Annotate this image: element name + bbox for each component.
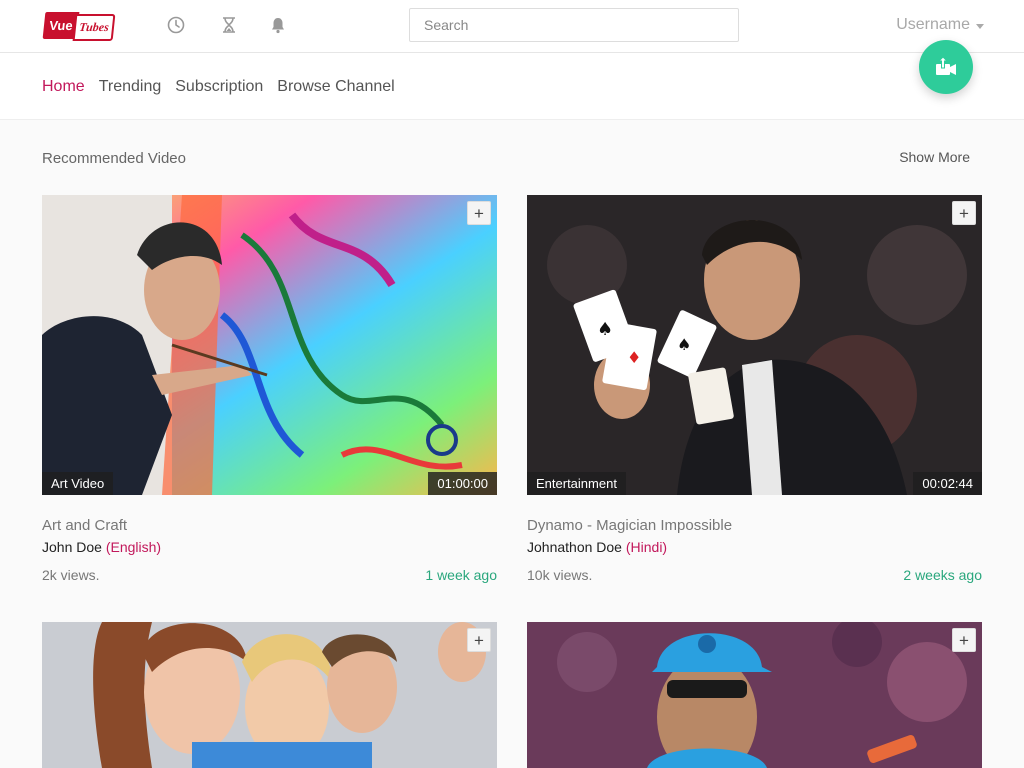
nav-trending[interactable]: Trending [99,78,162,96]
add-to-playlist-button[interactable]: + [467,628,491,652]
nav-subscription[interactable]: Subscription [175,78,263,96]
svg-text:♦: ♦ [627,348,641,367]
upload-time: 1 week ago [425,567,497,583]
svg-text:♠: ♠ [677,335,691,354]
category-badge: Art Video [42,472,114,495]
video-thumbnail[interactable]: + [527,622,982,768]
upload-icon [936,56,956,75]
bell-icon[interactable] [269,16,289,36]
username-dropdown[interactable]: Username [896,16,984,34]
duration-badge: 01:00:00 [428,472,497,495]
svg-text:♠: ♠ [597,319,613,340]
video-meta: 10k views. 2 weeks ago [527,567,982,583]
video-title[interactable]: Art and Craft [42,517,497,534]
video-thumbnail[interactable]: + [42,622,497,768]
add-to-playlist-button[interactable]: + [467,201,491,225]
top-bar: Vue Tubes Username [0,0,1024,53]
upload-time: 2 weeks ago [903,567,982,583]
view-count: 10k views. [527,567,593,583]
duration-badge: 00:02:44 [913,472,982,495]
video-card: + Art Video 01:00:00 Art and Craft John … [42,195,497,583]
category-badge: Entertainment [527,472,626,495]
video-card: + [527,622,982,768]
sub-navigation: Home Trending Subscription Browse Channe… [0,53,1024,120]
section-title: Recommended Video [42,150,186,167]
video-title[interactable]: Dynamo - Magician Impossible [527,517,982,534]
video-language: (Hindi) [625,539,668,555]
clock-icon[interactable] [167,16,187,36]
chevron-down-icon [976,23,984,29]
view-count: 2k views. [42,567,100,583]
video-card: + [42,622,497,768]
logo-tubes-text: Tubes [72,14,116,41]
add-to-playlist-button[interactable]: + [952,628,976,652]
search-input[interactable] [409,8,739,42]
vuetubes-logo[interactable]: Vue Tubes [42,12,116,41]
video-author: Johnathon Doe (Hindi) [527,539,982,555]
author-name[interactable]: John Doe [42,539,102,555]
nav-home[interactable]: Home [42,78,85,96]
hourglass-icon[interactable] [220,16,240,36]
video-card: ♠ ♦ ♠ + Entertainment 00:02:44 Dynamo - … [527,195,982,583]
video-meta: 2k views. 1 week ago [42,567,497,583]
upload-video-button[interactable] [919,40,973,94]
author-name[interactable]: Johnathon Doe [527,539,622,555]
show-more-link[interactable]: Show More [899,149,970,165]
nav-browse-channel[interactable]: Browse Channel [277,78,394,96]
username-label: Username [896,16,970,33]
video-thumbnail[interactable]: + Art Video 01:00:00 [42,195,497,495]
video-language: (English) [105,539,162,555]
video-author: John Doe (English) [42,539,497,555]
video-thumbnail[interactable]: ♠ ♦ ♠ + Entertainment 00:02:44 [527,195,982,495]
add-to-playlist-button[interactable]: + [952,201,976,225]
